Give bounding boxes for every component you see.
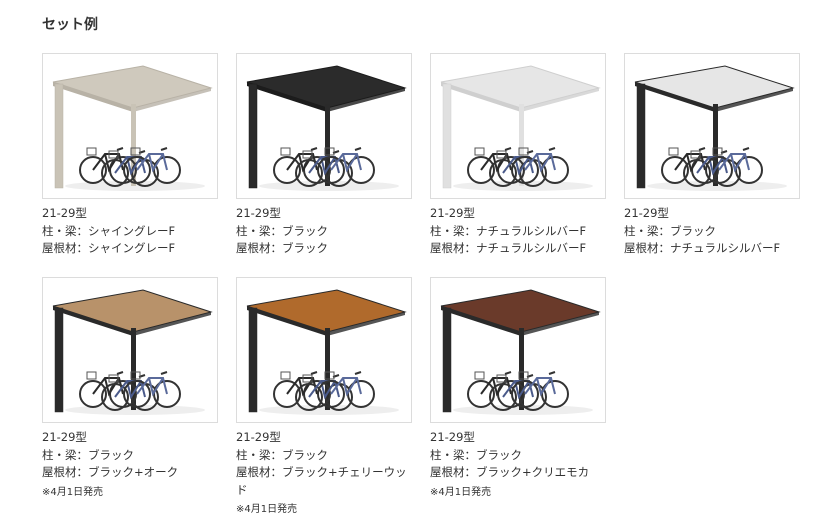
product-image-link[interactable] bbox=[236, 277, 412, 423]
product-card: 21-29型 柱・梁：ブラック 屋根材：ブラック+オーク ※4月1日発売 bbox=[42, 277, 218, 500]
product-image-link[interactable] bbox=[624, 53, 800, 199]
carport-illustration bbox=[431, 278, 605, 422]
pillar-color-label: 柱・梁：ナチュラルシルバーF bbox=[430, 223, 587, 238]
model-label: 21-29型 bbox=[624, 206, 669, 220]
roof-color-label: 屋根材：シャイングレーF bbox=[42, 241, 176, 255]
roof-color-label: 屋根材：ブラック bbox=[236, 241, 328, 255]
product-card: 21-29型 柱・梁：ブラック 屋根材：ブラック+クリエモカ ※4月1日発売 bbox=[430, 277, 606, 500]
release-note: ※4月1日発売 bbox=[236, 504, 298, 515]
product-card: 21-29型 柱・梁：ブラック 屋根材：ブラック bbox=[236, 53, 412, 258]
model-label: 21-29型 bbox=[236, 430, 281, 444]
roof-color-label: 屋根材：ナチュラルシルバーF bbox=[624, 241, 781, 255]
product-image-link[interactable] bbox=[430, 53, 606, 199]
carport-illustration bbox=[43, 54, 217, 198]
carport-illustration bbox=[237, 278, 411, 422]
pillar-color-label: 柱・梁：ブラック bbox=[42, 447, 134, 462]
pillar-color-label: 柱・梁：ブラック bbox=[624, 223, 716, 238]
product-image-link[interactable] bbox=[236, 53, 412, 199]
product-card: 21-29型 柱・梁：ナチュラルシルバーF 屋根材：ナチュラルシルバーF bbox=[430, 53, 606, 258]
carport-illustration bbox=[43, 278, 217, 422]
roof-color-label: 屋根材：ブラック+オーク bbox=[42, 465, 179, 479]
roof-color-label: 屋根材：ブラック+クリエモカ bbox=[430, 465, 590, 479]
pillar-color-label: 柱・梁：ブラック bbox=[236, 223, 328, 238]
product-card: 21-29型 柱・梁：ブラック 屋根材：ナチュラルシルバーF bbox=[624, 53, 800, 258]
product-image-link[interactable] bbox=[42, 277, 218, 423]
carport-illustration bbox=[625, 54, 799, 198]
product-card: 21-29型 柱・梁：シャイングレーF 屋根材：シャイングレーF bbox=[42, 53, 218, 258]
product-image-link[interactable] bbox=[42, 53, 218, 199]
model-label: 21-29型 bbox=[430, 206, 475, 220]
release-note: ※4月1日発売 bbox=[42, 486, 104, 498]
pillar-color-label: 柱・梁：シャイングレーF bbox=[42, 223, 176, 238]
carport-illustration bbox=[431, 54, 605, 198]
carport-illustration bbox=[237, 54, 411, 198]
roof-color-label: 屋根材：ブラック+チェリーウッド bbox=[236, 465, 407, 497]
roof-color-label: 屋根材：ナチュラルシルバーF bbox=[430, 241, 587, 255]
model-label: 21-29型 bbox=[236, 206, 281, 220]
model-label: 21-29型 bbox=[430, 430, 475, 444]
pillar-color-label: 柱・梁：ブラック bbox=[430, 447, 522, 462]
release-note: ※4月1日発売 bbox=[430, 486, 492, 498]
product-image-link[interactable] bbox=[430, 277, 606, 423]
model-label: 21-29型 bbox=[42, 206, 87, 220]
pillar-color-label: 柱・梁：ブラック bbox=[236, 447, 328, 462]
section-title: セット例 bbox=[42, 17, 98, 33]
product-card: 21-29型 柱・梁：ブラック 屋根材：ブラック+チェリーウッド ※4月1日発売 bbox=[236, 277, 412, 517]
model-label: 21-29型 bbox=[42, 430, 87, 444]
